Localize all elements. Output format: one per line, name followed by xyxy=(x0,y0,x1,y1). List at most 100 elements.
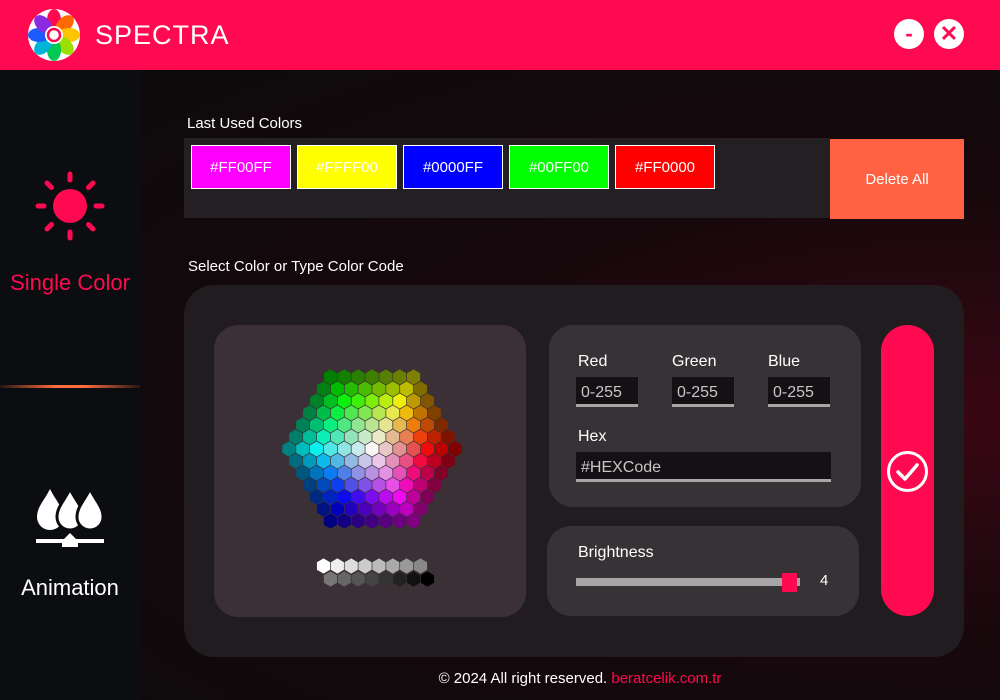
palette-cell[interactable] xyxy=(420,441,435,457)
palette-cell[interactable] xyxy=(379,465,393,481)
palette-cell[interactable] xyxy=(413,477,428,493)
palette-cell[interactable] xyxy=(323,465,338,481)
palette-cell[interactable] xyxy=(358,501,372,517)
palette-cell[interactable] xyxy=(282,441,296,457)
palette-cell[interactable] xyxy=(323,513,338,529)
grayscale-cell[interactable] xyxy=(386,558,400,574)
palette-cell[interactable] xyxy=(427,477,441,493)
palette-cell[interactable] xyxy=(365,465,379,481)
palette-cell[interactable] xyxy=(379,369,393,385)
palette-cell[interactable] xyxy=(427,405,441,421)
palette-cell[interactable] xyxy=(323,369,338,385)
palette-cell[interactable] xyxy=(372,501,386,517)
palette-cell[interactable] xyxy=(323,441,338,457)
palette-cell[interactable] xyxy=(337,369,351,385)
palette-cell[interactable] xyxy=(351,369,365,385)
palette-cell[interactable] xyxy=(330,501,344,517)
palette-cell[interactable] xyxy=(296,465,310,481)
palette-cell[interactable] xyxy=(393,441,407,457)
palette-cell[interactable] xyxy=(309,441,324,457)
palette-cell[interactable] xyxy=(413,501,428,517)
palette-cell[interactable] xyxy=(393,393,407,409)
grayscale-cell[interactable] xyxy=(330,558,344,574)
palette-cell[interactable] xyxy=(406,465,421,481)
palette-cell[interactable] xyxy=(393,489,407,505)
palette-cell[interactable] xyxy=(372,381,386,397)
palette-cell[interactable] xyxy=(358,477,372,493)
palette-cell[interactable] xyxy=(386,429,400,445)
palette-cell[interactable] xyxy=(316,501,331,517)
palette-cell[interactable] xyxy=(337,513,351,529)
palette-cell[interactable] xyxy=(323,393,338,409)
palette-cell[interactable] xyxy=(393,369,407,385)
palette-cell[interactable] xyxy=(344,477,358,493)
palette-cell[interactable] xyxy=(351,513,365,529)
palette-cell[interactable] xyxy=(365,393,379,409)
palette-cell[interactable] xyxy=(316,453,331,469)
palette-cell[interactable] xyxy=(316,381,331,397)
delete-all-button[interactable]: Delete All xyxy=(830,139,964,219)
palette-cell[interactable] xyxy=(309,393,324,409)
grayscale-cell[interactable] xyxy=(337,571,351,587)
palette-cell[interactable] xyxy=(406,393,421,409)
palette-cell[interactable] xyxy=(365,513,379,529)
palette-cell[interactable] xyxy=(379,489,393,505)
palette-cell[interactable] xyxy=(316,405,331,421)
grayscale-cell[interactable] xyxy=(379,571,393,587)
grayscale-cell[interactable] xyxy=(323,571,338,587)
palette-cell[interactable] xyxy=(365,489,379,505)
palette-cell[interactable] xyxy=(351,393,365,409)
hexagon-palette[interactable] xyxy=(214,325,526,617)
hex-input[interactable] xyxy=(576,452,831,482)
palette-cell[interactable] xyxy=(337,465,351,481)
palette-cell[interactable] xyxy=(420,465,435,481)
palette-cell[interactable] xyxy=(309,417,324,433)
close-button[interactable]: ✕ xyxy=(934,19,964,49)
palette-cell[interactable] xyxy=(344,429,358,445)
palette-cell[interactable] xyxy=(386,405,400,421)
palette-cell[interactable] xyxy=(303,429,317,445)
palette-cell[interactable] xyxy=(372,405,386,421)
palette-cell[interactable] xyxy=(344,381,358,397)
palette-cell[interactable] xyxy=(358,453,372,469)
palette-cell[interactable] xyxy=(413,381,428,397)
palette-cell[interactable] xyxy=(330,477,344,493)
grayscale-cell[interactable] xyxy=(400,558,414,574)
palette-cell[interactable] xyxy=(337,417,351,433)
palette-cell[interactable] xyxy=(393,465,407,481)
red-input[interactable] xyxy=(576,377,638,407)
author-link[interactable]: beratcelik.com.tr xyxy=(611,670,721,687)
hex-color-palette[interactable] xyxy=(214,325,526,617)
swatch-blue[interactable]: #0000FF xyxy=(403,145,503,189)
palette-cell[interactable] xyxy=(344,453,358,469)
palette-cell[interactable] xyxy=(351,417,365,433)
palette-cell[interactable] xyxy=(420,489,435,505)
palette-cell[interactable] xyxy=(400,453,414,469)
palette-cell[interactable] xyxy=(441,453,455,469)
palette-cell[interactable] xyxy=(427,429,441,445)
palette-cell[interactable] xyxy=(337,489,351,505)
palette-cell[interactable] xyxy=(420,393,435,409)
palette-cell[interactable] xyxy=(330,429,344,445)
palette-cell[interactable] xyxy=(379,417,393,433)
palette-cell[interactable] xyxy=(323,417,338,433)
grayscale-cell[interactable] xyxy=(406,571,421,587)
palette-cell[interactable] xyxy=(406,489,421,505)
palette-cell[interactable] xyxy=(351,489,365,505)
palette-cell[interactable] xyxy=(400,501,414,517)
palette-cell[interactable] xyxy=(289,453,303,469)
minimize-button[interactable]: - xyxy=(894,19,924,49)
palette-cell[interactable] xyxy=(289,429,303,445)
blue-input[interactable] xyxy=(768,377,830,407)
palette-cell[interactable] xyxy=(344,501,358,517)
palette-cell[interactable] xyxy=(393,417,407,433)
grayscale-cell[interactable] xyxy=(372,558,386,574)
palette-cell[interactable] xyxy=(427,453,441,469)
palette-cell[interactable] xyxy=(434,441,448,457)
palette-cell[interactable] xyxy=(365,441,379,457)
palette-cell[interactable] xyxy=(420,417,435,433)
palette-cell[interactable] xyxy=(379,513,393,529)
palette-cell[interactable] xyxy=(400,381,414,397)
palette-cell[interactable] xyxy=(316,429,331,445)
palette-cell[interactable] xyxy=(406,417,421,433)
